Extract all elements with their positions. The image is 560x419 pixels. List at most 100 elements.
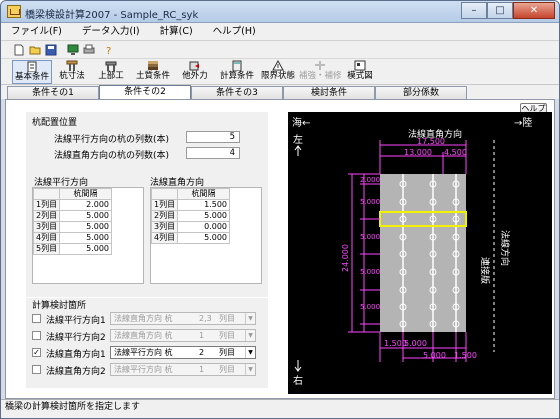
soil-conditions-label: 土質条件 xyxy=(135,71,170,81)
tab-review-conditions[interactable]: 検討条件 xyxy=(283,86,375,99)
spacing-cell[interactable]: 2.000 xyxy=(59,199,112,211)
spacing-cell[interactable]: 5.000 xyxy=(59,210,112,222)
row-dim-label: 5.000 xyxy=(360,303,380,311)
tab-partial-factors[interactable]: 部分係数 xyxy=(375,86,467,99)
perp-rows-input[interactable]: 4 xyxy=(186,147,240,159)
menu-help[interactable]: ヘルプ(H) xyxy=(213,23,256,40)
maximize-button[interactable]: □ xyxy=(487,2,513,19)
open-folder-icon[interactable] xyxy=(29,44,41,56)
calc-select-3[interactable]: 法線平行方向 杭 2 列目 ▼ xyxy=(110,346,256,359)
other-forces-button[interactable]: 他外力 xyxy=(179,60,211,84)
print-icon[interactable] xyxy=(83,44,95,56)
spacing-cell[interactable]: 5.000 xyxy=(59,232,112,244)
svg-text:?: ? xyxy=(106,46,111,56)
calc-label-2: 法線平行方向2 xyxy=(46,333,106,343)
row-dim-label: 5.000 xyxy=(360,268,380,276)
perp-table-box: 杭間隔 1列目 1.500 2列目 5.000 3列目 0.000 4列目 5.000 xyxy=(150,187,262,284)
clipboard-icon xyxy=(27,61,37,72)
minimize-button[interactable]: – xyxy=(461,2,487,19)
normal-direction-label: 法線方向 xyxy=(499,230,511,266)
combo-number: 1 xyxy=(199,365,205,374)
calc-checkbox-3[interactable]: ✓ xyxy=(32,348,41,357)
table-row-label: 5列目 xyxy=(33,243,60,255)
monitor-icon[interactable] xyxy=(67,44,79,56)
parallel-spacing-table: 杭間隔 1列目 2.000 2列目 5.000 3列目 5.000 4列目 5.000 … xyxy=(33,188,112,255)
combo-number: 1 xyxy=(199,331,205,340)
menu-calc[interactable]: 計算(C) xyxy=(160,23,193,40)
menu-file[interactable]: ファイル(F) xyxy=(11,23,62,40)
limit-state-button[interactable]: 限界状態 xyxy=(259,60,297,84)
spacing-cell[interactable]: 0.000 xyxy=(177,221,230,233)
approach-slab-label: 連接版 xyxy=(479,257,491,284)
chevron-down-icon: ▼ xyxy=(245,313,255,324)
tab-content: ヘルプ 杭配置位置 法線平行方向の杭の列数(本) 5 法線直角方向の杭の列数(本… xyxy=(5,99,555,399)
calc-select-4[interactable]: 法線平行方向 杭 1 列目 ▼ xyxy=(110,363,256,376)
calc-checkbox-2[interactable] xyxy=(32,331,41,340)
soil-conditions-button[interactable]: 土質条件 xyxy=(133,60,173,84)
right-label: 右 xyxy=(293,374,303,387)
table-corner xyxy=(151,188,178,200)
basic-conditions-button[interactable]: 基本条件 xyxy=(12,60,52,84)
force-arrow-icon xyxy=(189,61,199,71)
table-row-label: 4列目 xyxy=(151,232,178,244)
reinforcement-button[interactable]: 補強・補修 xyxy=(299,60,342,84)
menu-data-input[interactable]: データ入力(I) xyxy=(82,23,140,40)
table-row-label: 2列目 xyxy=(151,210,178,222)
calc-select-2[interactable]: 法線直角方向 杭 1 列目 ▼ xyxy=(110,329,256,342)
other-forces-label: 他外力 xyxy=(182,71,208,81)
superstructure-icon xyxy=(105,61,117,71)
tab-conditions-2[interactable]: 条件その2 xyxy=(99,85,191,100)
table-corner xyxy=(33,188,60,200)
close-button[interactable]: ✕ xyxy=(513,2,555,19)
calc-locations-panel: 計算検討箇所 法線平行方向1 法線直角方向 杭 2,3 列目 ▼ 法線平行方向2… xyxy=(26,298,268,388)
spacing-cell[interactable]: 5.000 xyxy=(59,243,112,255)
calculator-icon xyxy=(232,60,242,71)
table-row-label: 1列目 xyxy=(151,199,178,211)
schematic-label: 模式図 xyxy=(347,71,373,81)
tab-strip: 条件その1 条件その2 条件その3 検討条件 部分係数 xyxy=(1,85,559,100)
table-row-label: 4列目 xyxy=(33,232,60,244)
spacing-header: 杭間隔 xyxy=(59,188,112,200)
tab-conditions-3[interactable]: 条件その3 xyxy=(191,86,283,99)
calc-locations-title: 計算検討箇所 xyxy=(32,301,87,311)
soil-layers-icon xyxy=(148,61,158,70)
combo-unit: 列目 xyxy=(219,365,235,374)
schematic-button[interactable]: 模式図 xyxy=(345,60,375,84)
new-file-icon[interactable] xyxy=(13,44,25,56)
combo-text: 法線直角方向 杭 xyxy=(114,314,173,323)
tab-conditions-1[interactable]: 条件その1 xyxy=(7,86,99,99)
land-label: →陸 xyxy=(514,116,532,129)
row-dim-label: 5.000 xyxy=(360,233,380,241)
main-window: 橋梁検設計算2007 - Sample_RC_syk – □ ✕ ファイル(F)… xyxy=(0,0,560,419)
parallel-rows-input[interactable]: 5 xyxy=(186,131,240,143)
pile-layout-diagram: 海← →陸 左 右 法線直角方向 17.500 13.000 4.500 連接版… xyxy=(288,112,552,394)
chevron-down-icon: ▼ xyxy=(245,347,255,358)
calc-checkbox-4[interactable] xyxy=(32,365,41,374)
spacing-cell[interactable]: 5.000 xyxy=(59,221,112,233)
row-dim-label: 5.000 xyxy=(360,198,380,206)
calc-checkbox-1[interactable] xyxy=(32,314,41,323)
spacing-cell[interactable]: 5.000 xyxy=(177,232,230,244)
spacing-header: 杭間隔 xyxy=(177,188,230,200)
superstructure-button[interactable]: 上部工 xyxy=(95,60,127,84)
save-icon[interactable] xyxy=(45,44,57,56)
window-controls: – □ ✕ xyxy=(461,2,555,20)
combo-unit: 列目 xyxy=(219,314,235,323)
spacing-cell[interactable]: 5.000 xyxy=(177,210,230,222)
pile-layout-panel: 杭配置位置 法線平行方向の杭の列数(本) 5 法線直角方向の杭の列数(本) 4 … xyxy=(26,112,268,297)
chevron-down-icon: ▼ xyxy=(245,364,255,375)
perp-rows-label: 法線直角方向の杭の列数(本) xyxy=(54,151,170,161)
combo-text: 法線平行方向 杭 xyxy=(114,348,173,357)
input-toolbar: 基本条件 杭寸法 上部工 土質条件 他外力 計算条件 限界状態 補強・補修 模式… xyxy=(1,59,559,85)
basic-conditions-label: 基本条件 xyxy=(14,72,49,82)
calc-conditions-button[interactable]: 計算条件 xyxy=(217,60,257,84)
status-bar: 橋梁の計算検討箇所を指定します xyxy=(1,399,559,418)
row-dim-label: 2.000 xyxy=(360,176,380,184)
calc-conditions-label: 計算条件 xyxy=(219,71,254,81)
calc-select-1[interactable]: 法線直角方向 杭 2,3 列目 ▼ xyxy=(110,312,256,325)
superstructure-label: 上部工 xyxy=(98,71,124,81)
pile-dimensions-button[interactable]: 杭寸法 xyxy=(57,60,87,84)
help-icon[interactable]: ? xyxy=(103,44,115,56)
spacing-cell[interactable]: 1.500 xyxy=(177,199,230,211)
calc-label-4: 法線直角方向2 xyxy=(46,367,106,377)
